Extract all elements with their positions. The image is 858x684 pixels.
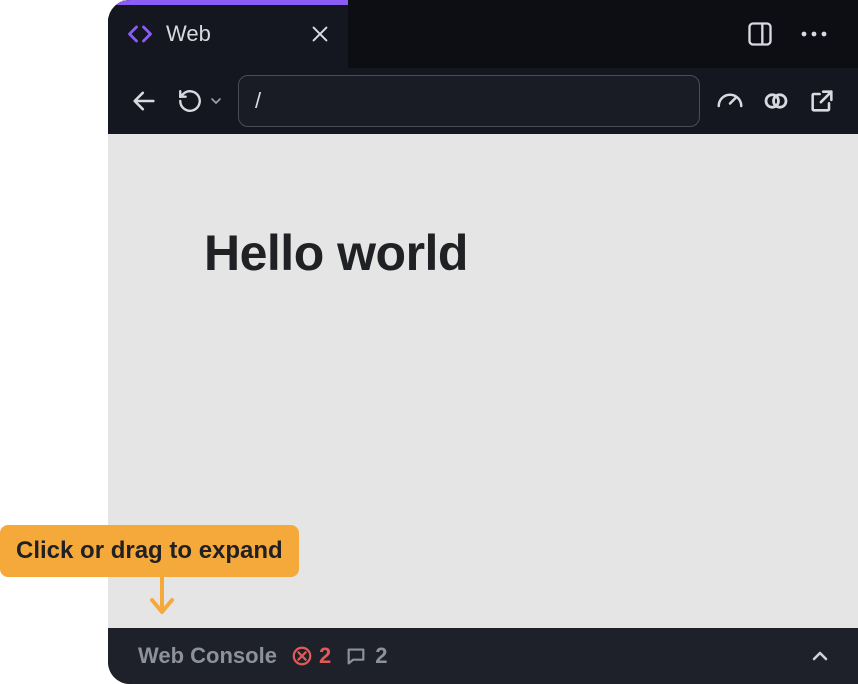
browser-window: Web xyxy=(108,0,858,684)
link-icon[interactable] xyxy=(760,85,792,117)
tooltip-expand: Click or drag to expand xyxy=(0,525,299,577)
arrow-down-icon xyxy=(145,572,185,620)
page-title: Hello world xyxy=(204,224,858,282)
toolbar: / xyxy=(108,68,858,134)
tab-web[interactable]: Web xyxy=(108,0,348,68)
refresh-icon[interactable] xyxy=(174,85,206,117)
chevron-down-icon[interactable] xyxy=(208,93,224,109)
console-message-count[interactable]: 2 xyxy=(345,643,387,669)
tab-active-indicator xyxy=(108,0,348,5)
split-pane-icon[interactable] xyxy=(744,18,776,50)
close-icon[interactable] xyxy=(306,20,334,48)
tab-bar: Web xyxy=(108,0,858,68)
console-label: Web Console xyxy=(138,643,277,669)
open-external-icon[interactable] xyxy=(806,85,838,117)
tab-title: Web xyxy=(166,21,294,47)
code-icon xyxy=(126,20,154,48)
window-controls xyxy=(744,0,858,68)
error-icon xyxy=(291,645,313,667)
tooltip-text: Click or drag to expand xyxy=(16,537,283,564)
web-console-bar[interactable]: Web Console 2 2 xyxy=(108,628,858,684)
url-input[interactable]: / xyxy=(238,75,700,127)
console-error-count[interactable]: 2 xyxy=(291,643,331,669)
url-value: / xyxy=(255,88,261,114)
message-icon xyxy=(345,645,367,667)
chevron-up-icon[interactable] xyxy=(808,644,832,668)
more-icon[interactable] xyxy=(798,18,830,50)
performance-icon[interactable] xyxy=(714,85,746,117)
back-icon[interactable] xyxy=(128,85,160,117)
